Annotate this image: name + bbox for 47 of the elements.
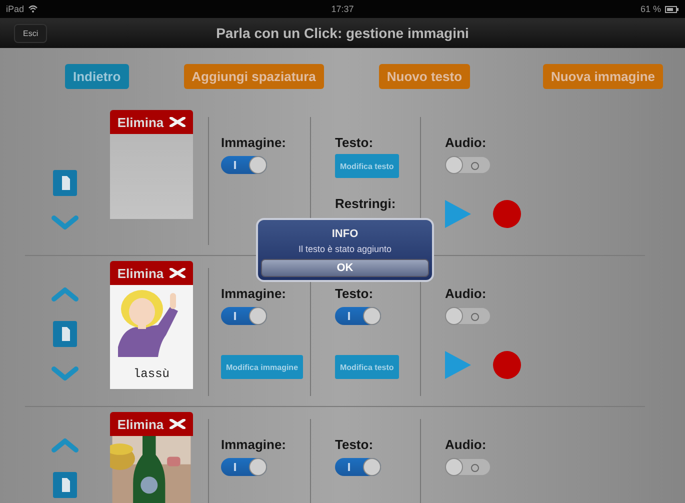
image-toggle[interactable] bbox=[221, 156, 267, 174]
battery-percent: 61 % bbox=[640, 4, 661, 14]
audio-label: Audio: bbox=[445, 437, 486, 452]
image-caption: lassù bbox=[133, 367, 170, 381]
toolbar-button[interactable]: Aggiungi spaziatura bbox=[184, 64, 324, 89]
edit-text-button[interactable]: Modifica testo bbox=[335, 154, 399, 178]
exit-button[interactable]: Esci bbox=[14, 24, 48, 43]
window-title: Parla con un Click: gestione immagini bbox=[216, 25, 469, 41]
audio-toggle[interactable] bbox=[445, 458, 491, 476]
alert-title: INFO bbox=[332, 228, 358, 240]
device-name: iPad bbox=[6, 4, 24, 14]
cross-icon bbox=[168, 117, 186, 127]
edit-image-button[interactable]: Modifica immagine bbox=[221, 355, 304, 379]
text-label: Testo: bbox=[335, 437, 374, 452]
copy-icon[interactable] bbox=[53, 472, 77, 498]
ok-button[interactable]: OK bbox=[261, 259, 429, 277]
record-icon[interactable] bbox=[493, 200, 521, 228]
alert-message: Il testo è stato aggiunto bbox=[298, 244, 392, 254]
delete-button[interactable]: Elimina bbox=[110, 261, 193, 285]
image-toggle[interactable] bbox=[221, 307, 267, 325]
toolbar-button[interactable]: Indietro bbox=[65, 64, 129, 89]
record-icon[interactable] bbox=[493, 351, 521, 379]
copy-icon[interactable] bbox=[53, 321, 77, 347]
text-toggle[interactable] bbox=[335, 458, 381, 476]
text-toggle[interactable] bbox=[335, 307, 381, 325]
shrink-label: Restringi: bbox=[335, 196, 396, 211]
edit-text-button[interactable]: Modifica testo bbox=[335, 355, 399, 379]
audio-label: Audio: bbox=[445, 135, 486, 150]
wifi-icon bbox=[28, 5, 38, 13]
image-label: Immagine: bbox=[221, 437, 286, 452]
clock: 17:37 bbox=[331, 4, 354, 14]
text-label: Testo: bbox=[335, 135, 374, 150]
cross-icon bbox=[168, 268, 186, 278]
battery-icon bbox=[665, 6, 679, 12]
audio-toggle[interactable] bbox=[445, 307, 491, 325]
image-label: Immagine: bbox=[221, 135, 286, 150]
audio-toggle[interactable] bbox=[445, 156, 491, 174]
copy-icon[interactable] bbox=[53, 170, 77, 196]
toolbar-button[interactable]: Nuova immagine bbox=[542, 64, 663, 89]
image-label: Immagine: bbox=[221, 286, 286, 301]
text-label: Testo: bbox=[335, 286, 374, 301]
toolbar-button[interactable]: Nuovo testo bbox=[378, 64, 470, 89]
delete-button[interactable]: Elimina bbox=[110, 110, 193, 134]
audio-label: Audio: bbox=[445, 286, 486, 301]
image-toggle[interactable] bbox=[221, 458, 267, 476]
cross-icon bbox=[168, 419, 186, 429]
delete-button[interactable]: Elimina bbox=[110, 412, 193, 436]
